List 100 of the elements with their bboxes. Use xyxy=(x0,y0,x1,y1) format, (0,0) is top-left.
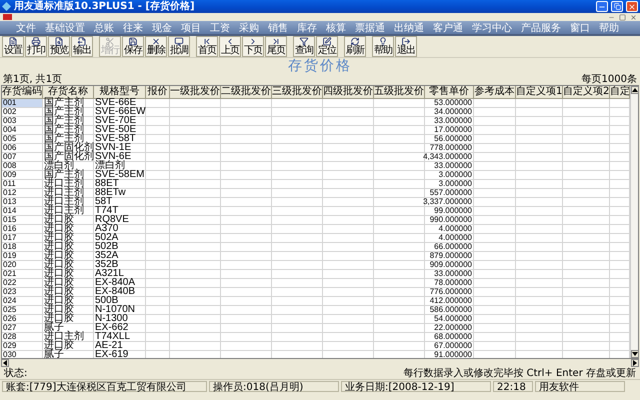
delete-icon xyxy=(151,37,161,46)
app-icon xyxy=(2,2,11,11)
column-header[interactable]: 零售单价 xyxy=(425,86,474,99)
table-cell: 015 xyxy=(3,216,16,224)
table-cell: SVN-1E xyxy=(95,144,132,152)
table-cell: 进口主剂 xyxy=(44,333,84,341)
table-cell: 53.000000 xyxy=(434,99,472,107)
table-cell: 国产主剂 xyxy=(44,126,84,134)
table-cell: 33.000000 xyxy=(434,270,472,278)
toolbar-button[interactable]: 帮助 xyxy=(372,36,394,57)
page-info: 第1页, 共1页 xyxy=(3,74,62,85)
table-cell: A321L xyxy=(95,270,124,278)
table-cell: N-1300 xyxy=(95,315,128,323)
minimize-button[interactable] xyxy=(596,1,608,12)
restore-icon[interactable] xyxy=(619,14,626,20)
last-page-icon xyxy=(271,37,281,46)
table-cell: 028 xyxy=(3,333,16,341)
table-cell: 021 xyxy=(3,270,16,278)
table-cell: 003 xyxy=(3,117,16,125)
table-cell: 027 xyxy=(3,324,16,332)
toolbar-button[interactable]: 定位 xyxy=(316,36,338,57)
toolbar-button[interactable]: 预览 xyxy=(48,36,70,57)
table-cell: 002 xyxy=(3,108,16,116)
monitor-icon xyxy=(174,37,184,46)
table-cell: 进口主剂 xyxy=(44,207,84,215)
column-header[interactable]: 规格型号 xyxy=(94,86,146,99)
table-cell: 352B xyxy=(95,261,118,269)
status-panel: 账套:[779]大连保税区百克工贸有限公司 xyxy=(2,381,207,392)
table-cell: AE-21 xyxy=(95,342,123,350)
vertical-scrollbar[interactable] xyxy=(630,86,638,358)
scroll-up-icon xyxy=(632,87,638,93)
table-cell: 008 xyxy=(3,162,16,170)
column-header[interactable]: 报价 xyxy=(146,86,170,99)
table-cell: 020 xyxy=(3,261,16,269)
table-cell: 990.000000 xyxy=(430,216,472,224)
table-cell: 17.000000 xyxy=(434,126,472,134)
column-header[interactable]: 参考成本 xyxy=(474,86,516,99)
table-cell: 进口胶 xyxy=(44,270,74,278)
table-cell: 进口胶 xyxy=(44,306,74,314)
table-cell: 进口主剂 xyxy=(44,189,84,197)
status-label: 状态: xyxy=(4,368,28,378)
toolbar-button[interactable]: 删除 xyxy=(145,36,167,57)
table-cell: 005 xyxy=(3,135,16,143)
scroll-down-icon xyxy=(632,351,638,357)
close-button[interactable] xyxy=(626,1,638,12)
table-cell: 国产主剂 xyxy=(44,108,84,116)
column-header[interactable]: 四级批发价 xyxy=(323,86,374,99)
table-cell: 018 xyxy=(3,243,16,251)
table-cell: 004 xyxy=(3,126,16,134)
toolbar-button[interactable]: 下页 xyxy=(242,36,264,57)
toolbar-button[interactable]: 设置 xyxy=(2,36,24,57)
table-cell: 502B xyxy=(95,243,118,251)
table-cell: 557.000000 xyxy=(430,189,472,197)
table-cell: 国产主剂 xyxy=(44,135,84,143)
table-cell: 4.000000 xyxy=(438,225,472,233)
column-header[interactable]: 五级批发价 xyxy=(374,86,425,99)
printer-icon xyxy=(31,37,41,46)
table-cell: 99.000000 xyxy=(434,207,472,215)
toolbar-button[interactable]: 打印 xyxy=(25,36,47,57)
table-cell: 001 xyxy=(3,99,16,107)
table-cell: 进口胶 xyxy=(44,216,74,224)
column-header[interactable]: 二级批发价 xyxy=(221,86,272,99)
table-cell: 012 xyxy=(3,189,16,197)
table-cell: 腻子 xyxy=(44,324,64,332)
toolbar-button[interactable]: 尾页 xyxy=(265,36,287,57)
toolbar-button[interactable]: 退出 xyxy=(395,36,417,57)
table-cell: 007 xyxy=(3,153,16,161)
table-cell: 3,337.000000 xyxy=(423,198,472,206)
table-cell: 进口胶 xyxy=(44,252,74,260)
preview-icon xyxy=(54,37,64,46)
save-icon xyxy=(128,37,138,46)
table-cell: 030 xyxy=(3,351,16,358)
table-cell: 进口胶 xyxy=(44,279,74,287)
column-header[interactable]: 三级批发价 xyxy=(272,86,323,99)
toolbar-button[interactable]: 上页 xyxy=(219,36,241,57)
toolbar-button[interactable]: 批调 xyxy=(168,36,190,57)
toolbar-button[interactable]: 首页 xyxy=(196,36,218,57)
first-page-icon xyxy=(202,37,212,46)
table-cell: 023 xyxy=(3,288,16,296)
toolbar-button[interactable]: 保存 xyxy=(122,36,144,57)
table-cell: 进口胶 xyxy=(44,234,74,242)
table-cell: 进口胶 xyxy=(44,288,74,296)
table-cell: 58T xyxy=(95,198,112,206)
table-cell: 进口主剂 xyxy=(44,198,84,206)
toolbar-button[interactable]: 刷新 xyxy=(344,36,366,57)
column-header[interactable]: 一级批发价 xyxy=(170,86,221,99)
status-panel: 业务日期:[2008-12-19] xyxy=(341,381,491,392)
column-header[interactable]: 存货编码 xyxy=(2,86,43,99)
table-cell: 029 xyxy=(3,342,16,350)
table-cell: 013 xyxy=(3,198,16,206)
table-cell: EX-662 xyxy=(95,324,128,332)
table-cell: 024 xyxy=(3,297,16,305)
toolbar-button[interactable]: 输出 xyxy=(71,36,93,57)
table-cell: 进口胶 xyxy=(44,315,74,323)
table-cell: 56.000000 xyxy=(434,135,472,143)
table-cell: 进口主剂 xyxy=(44,180,84,188)
close-icon[interactable] xyxy=(630,14,637,20)
restore-button[interactable] xyxy=(611,1,623,12)
edit-icon xyxy=(322,37,332,46)
toolbar-button[interactable]: 查询 xyxy=(293,36,315,57)
